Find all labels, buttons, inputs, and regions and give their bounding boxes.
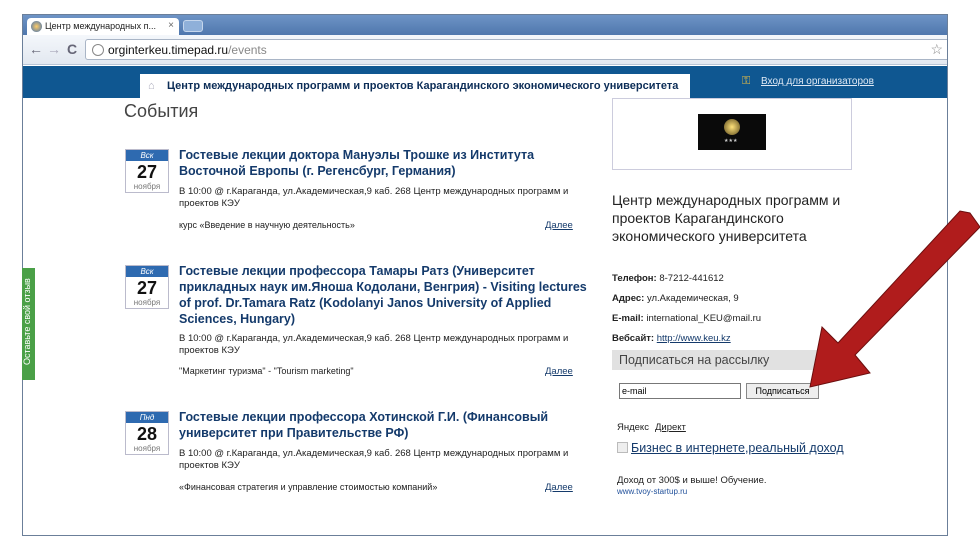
page-title: События [124, 101, 199, 121]
date-weekday: Вск [126, 150, 168, 161]
date-day: 27 [136, 162, 158, 182]
key-icon: ⚿ [742, 75, 751, 87]
ad-title-link[interactable]: Бизнес в интернете,реальный доход [617, 441, 847, 456]
website-label: Вебсайт: [612, 333, 655, 344]
event-date-badge: Вск 27 ноября [125, 265, 169, 309]
address-value: ул.Академическая, 9 [646, 293, 739, 304]
event-description: «Финансовая стратегия и управление стоим… [179, 482, 438, 492]
date-day: 27 [136, 278, 158, 298]
email-row: E-mail: international_KEU@mail.ru [612, 313, 761, 324]
ad-title-text: Бизнес в интернете,реальный доход [631, 441, 844, 455]
org-logo-box: ★★★ [612, 98, 852, 170]
direct-link[interactable]: Директ [655, 422, 686, 433]
subscribe-email-input[interactable] [619, 383, 741, 399]
tab-close-icon[interactable]: × [168, 20, 174, 31]
emblem-icon [724, 119, 740, 135]
event-title-link[interactable]: Гостевые лекции доктора Мануэлы Трошке и… [179, 147, 599, 179]
event-location: В 10:00 @ г.Караганда, ул.Академическая,… [179, 186, 569, 209]
tab-bar: Центр международных п... × [23, 15, 947, 35]
ads-header: Яндекс Директ [617, 422, 686, 433]
phone-row: Телефон: 8-7212-441612 [612, 273, 724, 284]
address-label: Адрес: [612, 293, 645, 304]
site-header: ⌂ Центр международных программ и проекто… [23, 66, 947, 98]
back-arrow-icon[interactable]: ← [29, 41, 43, 57]
org-header-tab[interactable]: ⌂ Центр международных программ и проекто… [140, 74, 690, 98]
event-location: В 10:00 @ г.Караганда, ул.Академическая,… [179, 448, 569, 471]
date-month: ноября [133, 298, 161, 307]
yandex-label[interactable]: Яндекс [617, 422, 649, 433]
org-logo: ★★★ [698, 114, 766, 150]
tab-title: Центр международных п... [45, 21, 156, 31]
ad-url-link[interactable]: www.tvoy-startup.ru [617, 487, 687, 496]
home-icon[interactable]: ⌂ [148, 80, 155, 92]
browser-tab[interactable]: Центр международных п... × [27, 18, 179, 35]
stars-icon: ★★★ [724, 138, 738, 144]
browser-toolbar: ← → C orginterkeu.timepad.ru/events ☆ [23, 35, 947, 65]
ad-text: Доход от 300$ и выше! Обучение. [617, 475, 767, 486]
site-favicon-icon [31, 21, 42, 32]
org-header-title: Центр международных программ и проектов … [167, 80, 679, 92]
address-bar[interactable]: orginterkeu.timepad.ru/events ☆ [85, 39, 947, 60]
address-row: Адрес: ул.Академическая, 9 [612, 293, 739, 304]
new-tab-button[interactable] [183, 20, 203, 32]
email-value: international_KEU@mail.ru [646, 313, 762, 324]
forward-arrow-icon[interactable]: → [47, 41, 61, 57]
event-more-link[interactable]: Далее [545, 482, 573, 493]
event-date-badge: Вск 27 ноября [125, 149, 169, 193]
event-description: "Маркетинг туризма" - "Tourism marketing… [179, 366, 354, 376]
date-weekday: Вск [126, 266, 168, 277]
date-month: ноября [133, 182, 161, 191]
event-date-badge: Пнд 28 ноября [125, 411, 169, 455]
event-title-link[interactable]: Гостевые лекции профессора Тамары Ратз (… [179, 263, 599, 327]
bookmark-star-icon[interactable]: ☆ [930, 41, 943, 58]
reload-icon[interactable]: C [67, 41, 77, 57]
website-row: Вебсайт: http://www.keu.kz [612, 333, 731, 344]
event-location: В 10:00 @ г.Караганда, ул.Академическая,… [179, 333, 569, 356]
event-more-link[interactable]: Далее [545, 220, 573, 231]
date-month: ноября [133, 444, 161, 453]
organizer-login-link[interactable]: Вход для организаторов [761, 76, 874, 87]
date-weekday: Пнд [126, 412, 168, 423]
phone-label: Телефон: [612, 273, 657, 284]
url-path: /events [228, 43, 267, 57]
phone-value: 8-7212-441612 [659, 273, 724, 284]
event-title-link[interactable]: Гостевые лекции профессора Хотинской Г.И… [179, 409, 599, 441]
website-link[interactable]: http://www.keu.kz [657, 333, 731, 344]
ad-image-icon [617, 442, 628, 453]
red-arrow-annotation [809, 210, 980, 388]
event-more-link[interactable]: Далее [545, 366, 573, 377]
feedback-tab[interactable]: Оставьте свой отзыв [22, 268, 35, 380]
email-label: E-mail: [612, 313, 644, 324]
date-day: 28 [136, 424, 158, 444]
url-host: orginterkeu.timepad.ru [108, 43, 229, 57]
globe-icon [92, 44, 104, 56]
event-description: курс «Введение в научную деятельность» [179, 220, 355, 230]
red-arrow-shape [809, 210, 980, 388]
